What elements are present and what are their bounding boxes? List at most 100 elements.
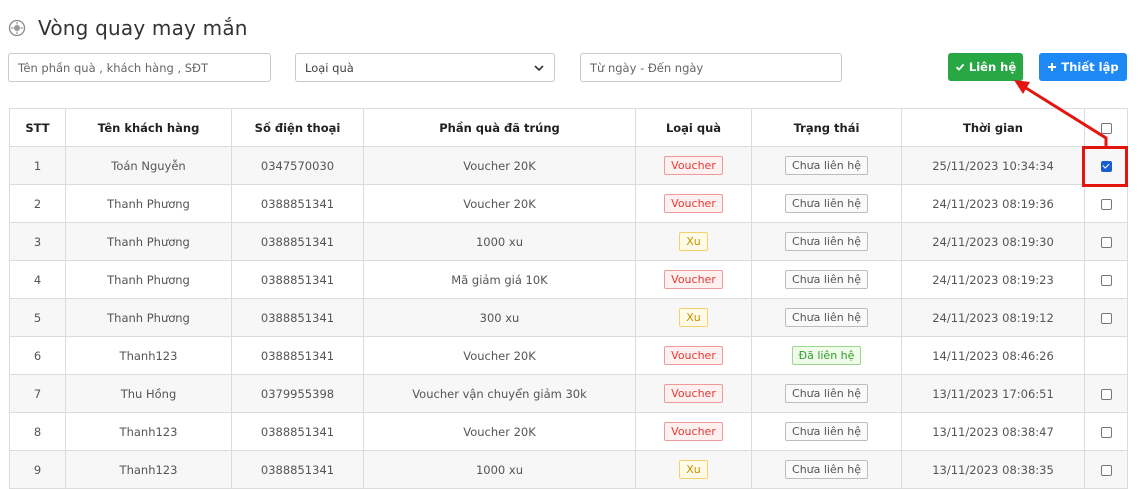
col-header-stt: STT: [9, 108, 66, 147]
status-badge: Đã liên hệ: [791, 346, 862, 365]
check-icon: [955, 63, 965, 71]
cell-gift: Voucher 20K: [363, 184, 636, 223]
cell-gift: Voucher vận chuyển giảm 30k: [363, 374, 636, 413]
cell-time: 24/11/2023 08:19:36: [901, 184, 1085, 223]
row-checkbox[interactable]: [1100, 426, 1112, 438]
gift-type-badge: Voucher: [664, 384, 723, 403]
settings-button-label: Thiết lập: [1061, 60, 1119, 74]
plus-icon: [1048, 63, 1057, 71]
cell-gift-type: Xu: [635, 298, 752, 337]
contact-button-label: Liên hệ: [968, 60, 1017, 74]
date-range-input[interactable]: Từ ngày - Đến ngày: [580, 53, 842, 82]
gift-type-badge: Xu: [679, 232, 708, 251]
row-checkbox[interactable]: [1100, 388, 1112, 400]
cell-time: 13/11/2023 17:06:51: [901, 374, 1085, 413]
page-title: Vòng quay may mắn: [38, 16, 248, 40]
cell-select: [1084, 412, 1128, 451]
col-header-customer: Tên khách hàng: [65, 108, 232, 147]
cell-select: [1084, 450, 1128, 489]
cell-phone: 0379955398: [231, 374, 364, 413]
table-row[interactable]: 8 Thanh123 0388851341 Voucher 20K Voucher Chư…: [9, 412, 1128, 451]
status-badge: Chưa liên hệ: [785, 422, 868, 441]
cell-customer: Toán Nguyễn: [65, 146, 232, 185]
cell-time: 13/11/2023 08:38:47: [901, 412, 1085, 451]
winners-table: STT Tên khách hàng Số điện thoại Phần qu…: [9, 108, 1128, 489]
cell-time: 25/11/2023 10:34:34: [901, 146, 1085, 185]
cell-gift-type: Xu: [635, 222, 752, 261]
cell-status: Đã liên hệ: [751, 336, 902, 375]
cell-select: [1084, 374, 1128, 413]
row-checkbox[interactable]: [1100, 274, 1112, 286]
col-header-status: Trạng thái: [751, 108, 902, 147]
table-row[interactable]: 6 Thanh123 0388851341 Voucher 20K Voucher Đã …: [9, 336, 1128, 375]
cell-customer: Thanh123: [65, 412, 232, 451]
settings-button[interactable]: Thiết lập: [1039, 53, 1127, 81]
page-header: Vòng quay may mắn: [8, 14, 248, 42]
row-checkbox[interactable]: [1100, 464, 1112, 476]
search-input[interactable]: Tên phần quà , khách hàng , SĐT: [8, 53, 271, 82]
table-row[interactable]: 3 Thanh Phương 0388851341 1000 xu Xu Chưa liê…: [9, 222, 1128, 261]
settings-wheel-icon: [8, 19, 26, 37]
cell-time: 13/11/2023 08:38:35: [901, 450, 1085, 489]
cell-time: 24/11/2023 08:19:23: [901, 260, 1085, 299]
row-checkbox[interactable]: [1100, 312, 1112, 324]
cell-gift-type: Voucher: [635, 336, 752, 375]
select-all-checkbox[interactable]: [1100, 122, 1112, 134]
cell-phone: 0388851341: [231, 184, 364, 223]
cell-gift: 300 xu: [363, 298, 636, 337]
row-checkbox[interactable]: [1100, 236, 1112, 248]
table-header-row: STT Tên khách hàng Số điện thoại Phần qu…: [9, 108, 1128, 147]
col-header-phone: Số điện thoại: [231, 108, 364, 147]
cell-gift: Voucher 20K: [363, 336, 636, 375]
cell-status: Chưa liên hệ: [751, 222, 902, 261]
chevron-down-icon: [534, 64, 544, 71]
cell-gift-type: Voucher: [635, 412, 752, 451]
gift-type-badge: Xu: [679, 460, 708, 479]
cell-phone: 0347570030: [231, 146, 364, 185]
col-header-time: Thời gian: [901, 108, 1085, 147]
cell-status: Chưa liên hệ: [751, 374, 902, 413]
status-badge: Chưa liên hệ: [785, 384, 868, 403]
table-row[interactable]: 2 Thanh Phương 0388851341 Voucher 20K Vouche…: [9, 184, 1128, 223]
cell-phone: 0388851341: [231, 298, 364, 337]
gift-type-badge: Voucher: [664, 346, 723, 365]
cell-select: [1084, 184, 1128, 223]
gift-type-badge: Voucher: [664, 422, 723, 441]
gift-type-select[interactable]: Loại quà: [295, 53, 555, 82]
status-badge: Chưa liên hệ: [785, 460, 868, 479]
cell-select: [1084, 222, 1128, 261]
cell-status: Chưa liên hệ: [751, 184, 902, 223]
col-header-select-all: [1084, 108, 1128, 147]
cell-customer: Thanh Phương: [65, 298, 232, 337]
cell-select: [1084, 260, 1128, 299]
status-badge: Chưa liên hệ: [785, 232, 868, 251]
cell-gift-type: Voucher: [635, 260, 752, 299]
cell-time: 24/11/2023 08:19:12: [901, 298, 1085, 337]
cell-customer: Thanh Phương: [65, 260, 232, 299]
cell-gift: Voucher 20K: [363, 412, 636, 451]
cell-status: Chưa liên hệ: [751, 450, 902, 489]
table-row[interactable]: 7 Thu Hồng 0379955398 Voucher vận chuyển gi…: [9, 374, 1128, 413]
cell-customer: Thanh123: [65, 336, 232, 375]
cell-gift-type: Voucher: [635, 374, 752, 413]
cell-status: Chưa liên hệ: [751, 146, 902, 185]
gift-type-badge: Voucher: [664, 270, 723, 289]
col-header-gift-type: Loại quà: [635, 108, 752, 147]
table-row[interactable]: 9 Thanh123 0388851341 1000 xu Xu Chưa liên hệ…: [9, 450, 1128, 489]
cell-stt: 2: [9, 184, 66, 223]
status-badge: Chưa liên hệ: [785, 156, 868, 175]
table-row[interactable]: 5 Thanh Phương 0388851341 300 xu Xu Chưa liên…: [9, 298, 1128, 337]
cell-stt: 1: [9, 146, 66, 185]
cell-gift-type: Voucher: [635, 146, 752, 185]
cell-stt: 8: [9, 412, 66, 451]
row-checkbox[interactable]: [1100, 198, 1112, 210]
table-row[interactable]: 4 Thanh Phương 0388851341 Mã giảm giá 10K Vo…: [9, 260, 1128, 299]
cell-gift-type: Voucher: [635, 184, 752, 223]
gift-type-badge: Voucher: [664, 194, 723, 213]
cell-select: [1084, 146, 1128, 185]
status-badge: Chưa liên hệ: [785, 194, 868, 213]
row-checkbox[interactable]: [1100, 160, 1112, 172]
contact-button[interactable]: Liên hệ: [948, 53, 1023, 81]
table-row[interactable]: 1 Toán Nguyễn 0347570030 Voucher 20K Voucher…: [9, 146, 1128, 185]
cell-phone: 0388851341: [231, 260, 364, 299]
